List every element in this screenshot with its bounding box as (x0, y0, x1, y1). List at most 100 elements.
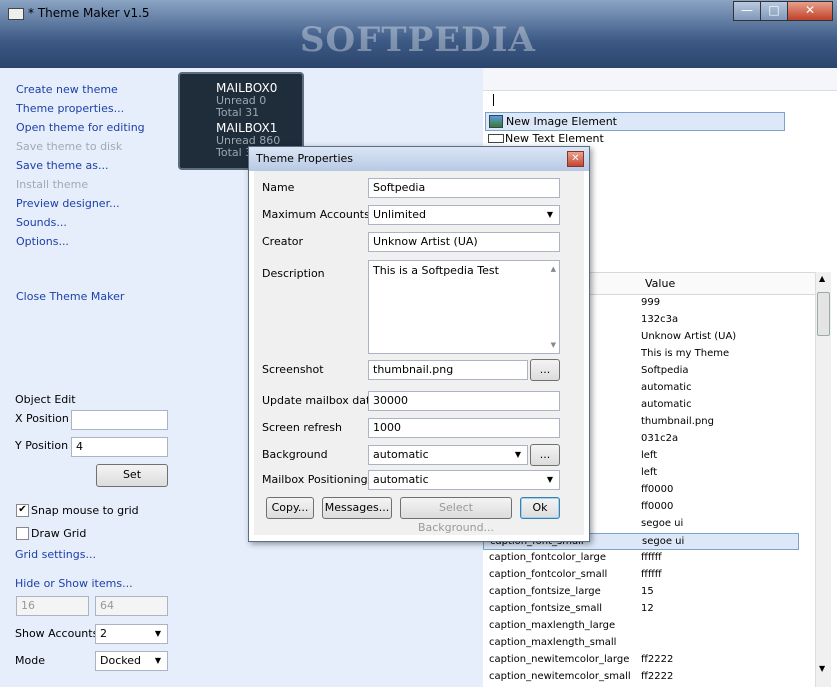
property-row[interactable]: caption_newitemcolor_large ff2222 (483, 652, 799, 669)
name-input[interactable]: Softpedia (368, 178, 560, 198)
x-position-label: X Position (15, 412, 69, 425)
property-value: 132c3a (641, 314, 679, 325)
sounds-link[interactable]: Sounds... (16, 216, 67, 229)
scroll-up-icon[interactable]: ▲ (551, 265, 556, 273)
hide-show-items-link[interactable]: Hide or Show items... (15, 577, 133, 590)
field-b-input: 64 (95, 596, 168, 616)
property-value: ffffff (641, 552, 662, 563)
copy-button[interactable]: Copy... (266, 497, 314, 519)
scroll-down-icon[interactable]: ▼ (551, 341, 556, 349)
show-accounts-select[interactable]: 2 ▼ (95, 624, 168, 644)
property-value: ff0000 (641, 501, 674, 512)
max-accounts-value: Unlimited (373, 208, 426, 221)
property-value: left (641, 467, 658, 478)
close-icon[interactable]: ✕ (567, 151, 584, 167)
snap-label: Snap mouse to grid (31, 504, 139, 517)
property-name: caption_fontcolor_small (489, 569, 608, 580)
grid-settings-link[interactable]: Grid settings... (15, 548, 96, 561)
property-row[interactable]: caption_maxlength_small (483, 635, 799, 652)
minimize-button[interactable]: — (733, 1, 761, 21)
draw-grid-label: Draw Grid (31, 527, 87, 540)
save-theme-link: Save theme to disk (16, 140, 123, 153)
property-value: ff2222 (641, 671, 674, 682)
background-select[interactable]: automatic ▼ (368, 445, 528, 465)
background-browse-button[interactable]: ... (530, 444, 560, 466)
x-position-input[interactable] (71, 410, 168, 430)
show-accounts-label: Show Accounts (15, 627, 99, 640)
property-value: 031c2a (641, 433, 679, 444)
chevron-down-icon: ▼ (154, 656, 162, 665)
update-mailbox-input[interactable]: 30000 (368, 391, 560, 411)
save-theme-as-link[interactable]: Save theme as... (16, 159, 109, 172)
create-new-theme-link[interactable]: Create new theme (16, 83, 118, 96)
screenshot-browse-button[interactable]: ... (530, 359, 560, 381)
snap-checkbox[interactable]: ✔ (16, 504, 29, 517)
sidebar: Create new theme Theme properties... Ope… (8, 68, 178, 687)
property-value: thumbnail.png (641, 416, 714, 427)
scroll-up-icon[interactable]: ▲ (819, 274, 825, 283)
property-value: Softpedia (641, 365, 689, 376)
theme-properties-dialog: Theme Properties ✕ Name Softpedia Maximu… (248, 146, 590, 542)
property-row[interactable]: caption_fontcolor_large ffffff (483, 550, 799, 567)
close-button[interactable]: ✕ (787, 1, 833, 21)
name-label: Name (262, 181, 295, 194)
property-name: caption_newitemcolor_large (489, 654, 630, 665)
value-column-header: Value (645, 277, 676, 290)
theme-properties-link[interactable]: Theme properties... (16, 102, 124, 115)
scrollbar-thumb[interactable] (817, 292, 830, 336)
open-theme-link[interactable]: Open theme for editing (16, 121, 145, 134)
description-label: Description (262, 267, 325, 280)
property-row[interactable]: caption_fontcolor_small ffffff (483, 567, 799, 584)
property-row[interactable]: caption_fontsize_small 12 (483, 601, 799, 618)
dialog-title-bar: Theme Properties ✕ (249, 147, 589, 171)
property-row[interactable]: caption_fontsize_large 15 (483, 584, 799, 601)
properties-scrollbar[interactable]: ▲ ▼ (815, 272, 831, 687)
watermark-logo: SOFTPEDIA (300, 20, 536, 60)
mailbox0-total: Total 31 (216, 106, 260, 119)
set-button[interactable]: Set (96, 464, 168, 487)
dialog-title: Theme Properties (256, 152, 354, 165)
draw-grid-checkbox[interactable] (16, 527, 29, 540)
mailbox0-name: MAILBOX0 (216, 81, 278, 95)
chevron-down-icon: ▼ (546, 475, 554, 484)
new-image-element-item[interactable]: New Image Element (485, 112, 785, 131)
property-value: ff2222 (641, 654, 674, 665)
max-accounts-select[interactable]: Unlimited ▼ (368, 205, 560, 225)
preview-designer-link[interactable]: Preview designer... (16, 197, 120, 210)
install-theme-link: Install theme (16, 178, 89, 191)
scroll-down-icon[interactable]: ▼ (819, 664, 825, 673)
screen-refresh-input[interactable]: 1000 (368, 418, 560, 438)
options-link[interactable]: Options... (16, 235, 69, 248)
screen-refresh-label: Screen refresh (262, 421, 342, 434)
text-element-icon (488, 134, 504, 143)
elements-header (483, 68, 837, 91)
description-textarea[interactable]: This is a Softpedia Test ▲ ▼ (368, 260, 560, 354)
property-name: caption_fontsize_large (489, 586, 601, 597)
property-name: caption_fontcolor_large (489, 552, 606, 563)
y-position-input[interactable]: 4 (71, 437, 168, 457)
property-value: 15 (641, 586, 654, 597)
new-text-element-item[interactable]: New Text Element (485, 131, 783, 147)
mailbox-positioning-label: Mailbox Positioning (262, 473, 368, 486)
screenshot-input[interactable]: thumbnail.png (368, 360, 528, 380)
max-accounts-label: Maximum Accounts (262, 208, 370, 221)
creator-input[interactable]: Unknow Artist (UA) (368, 232, 560, 252)
property-value: segoe ui (641, 518, 684, 529)
property-name: caption_newitemcolor_small (489, 671, 631, 682)
title-bar: * Theme Maker v1.5 SOFTPEDIA — □ ✕ (0, 0, 837, 68)
messages-button[interactable]: Messages... (322, 497, 392, 519)
mode-select[interactable]: Docked ▼ (95, 651, 168, 671)
property-row[interactable]: caption_newitemcolor_small ff2222 (483, 669, 799, 686)
property-value: Unknow Artist (UA) (641, 331, 737, 342)
close-theme-maker-link[interactable]: Close Theme Maker (16, 290, 124, 303)
chevron-down-icon: ▼ (514, 450, 522, 459)
property-value: ffffff (641, 569, 662, 580)
select-background-button: Select Background... (400, 497, 512, 534)
property-row[interactable]: caption_maxlength_large (483, 618, 799, 635)
mailbox1-name: MAILBOX1 (216, 121, 278, 135)
property-name: caption_maxlength_large (489, 620, 616, 631)
property-value: ff0000 (641, 484, 674, 495)
maximize-button[interactable]: □ (760, 1, 788, 21)
mailbox-positioning-select[interactable]: automatic ▼ (368, 470, 560, 490)
ok-button[interactable]: Ok (520, 497, 560, 519)
